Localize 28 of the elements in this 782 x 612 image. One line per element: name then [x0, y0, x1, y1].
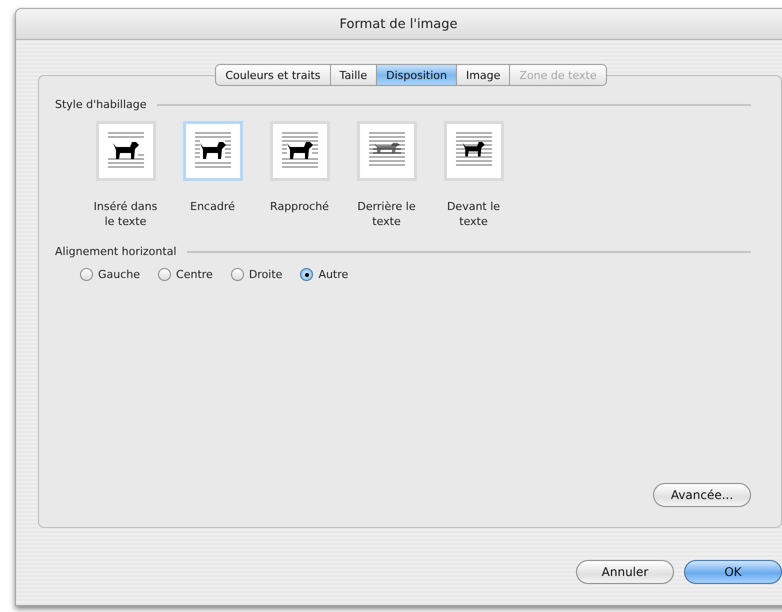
tab[interactable]: Couleurs et traits: [215, 64, 331, 86]
advanced-button[interactable]: Avancée...: [653, 483, 751, 507]
wrap-style-button[interactable]: [182, 121, 242, 181]
wrap-style-label: Devant le texte: [446, 199, 502, 229]
wrap-style-button[interactable]: [444, 121, 504, 181]
radio-label: Droite: [248, 268, 282, 281]
window-title: Format de l'image: [339, 16, 458, 32]
wrap-style-label: Rapproché: [269, 199, 330, 214]
section-heading: Alignement horizontal: [55, 245, 176, 258]
radio-button[interactable]: [300, 268, 314, 281]
radio-button[interactable]: [230, 268, 244, 281]
ok-button[interactable]: OK: [684, 560, 782, 584]
radio-button[interactable]: [158, 268, 172, 281]
wrap-style-label: Derrière le texte: [356, 199, 417, 229]
section-heading: Style d'habillage: [55, 98, 146, 111]
tab[interactable]: Disposition: [377, 64, 457, 86]
radio-label: Gauche: [98, 268, 140, 281]
tab[interactable]: Taille: [330, 64, 378, 86]
radio-label: Centre: [176, 268, 213, 281]
tab[interactable]: Image: [456, 64, 510, 86]
wrap-style-button[interactable]: [270, 121, 330, 181]
radio-label: Autre: [318, 268, 348, 281]
wrap-style-button[interactable]: [356, 121, 416, 181]
radio-button[interactable]: [80, 268, 93, 281]
wrap-style-label: Inséré dans le texte: [92, 199, 158, 229]
wrap-style-button[interactable]: [96, 121, 156, 181]
wrap-style-label: Encadré: [189, 199, 236, 214]
cancel-button[interactable]: Annuler: [576, 560, 674, 584]
